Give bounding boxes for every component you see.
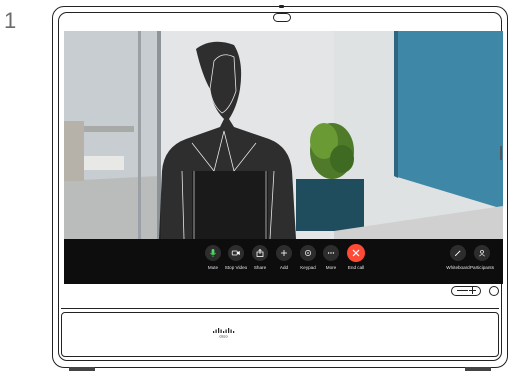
volume-rocker[interactable] — [451, 286, 481, 296]
volume-up-icon-vertical — [472, 287, 474, 294]
volume-down-icon[interactable] — [457, 290, 468, 292]
microphone-icon — [210, 249, 216, 257]
remote-video-feed — [64, 31, 503, 239]
device-foot — [465, 367, 491, 371]
step-number: 1 — [4, 8, 17, 33]
share-icon — [256, 248, 264, 257]
end-call-button[interactable]: End call — [339, 244, 373, 270]
screen-edge-handle — [500, 146, 502, 160]
stop-video-button-circle — [228, 245, 244, 261]
speaker-panel — [61, 312, 499, 357]
participants-button-circle — [474, 245, 490, 261]
svg-text:cisco: cisco — [219, 335, 227, 338]
video-camera-icon — [231, 250, 240, 256]
cisco-logo: cisco — [213, 328, 235, 338]
end-call-label: End call — [347, 265, 365, 270]
bezel-divider — [61, 308, 499, 309]
more-button-circle — [323, 245, 339, 261]
participants-label: Participants — [469, 265, 494, 270]
close-icon — [352, 249, 360, 257]
participants-button[interactable]: Participants — [465, 245, 499, 270]
sensor-icon — [279, 5, 284, 8]
device-foot — [69, 367, 95, 371]
more-icon — [327, 252, 335, 254]
camera-icon — [273, 13, 291, 22]
person-icon — [479, 249, 485, 257]
whiteboard-button-circle — [450, 245, 466, 261]
keypad-icon — [305, 250, 311, 256]
pencil-icon — [455, 250, 461, 256]
end-call-button-circle — [347, 244, 365, 262]
call-control-bar: Mute Stop Video Share Add Keypad More En… — [64, 239, 503, 284]
power-button[interactable] — [489, 286, 499, 296]
add-button-circle — [276, 245, 292, 261]
video-screen[interactable]: Mute Stop Video Share Add Keypad More En… — [64, 31, 503, 284]
share-button-circle — [252, 245, 268, 261]
plus-icon — [281, 250, 287, 256]
